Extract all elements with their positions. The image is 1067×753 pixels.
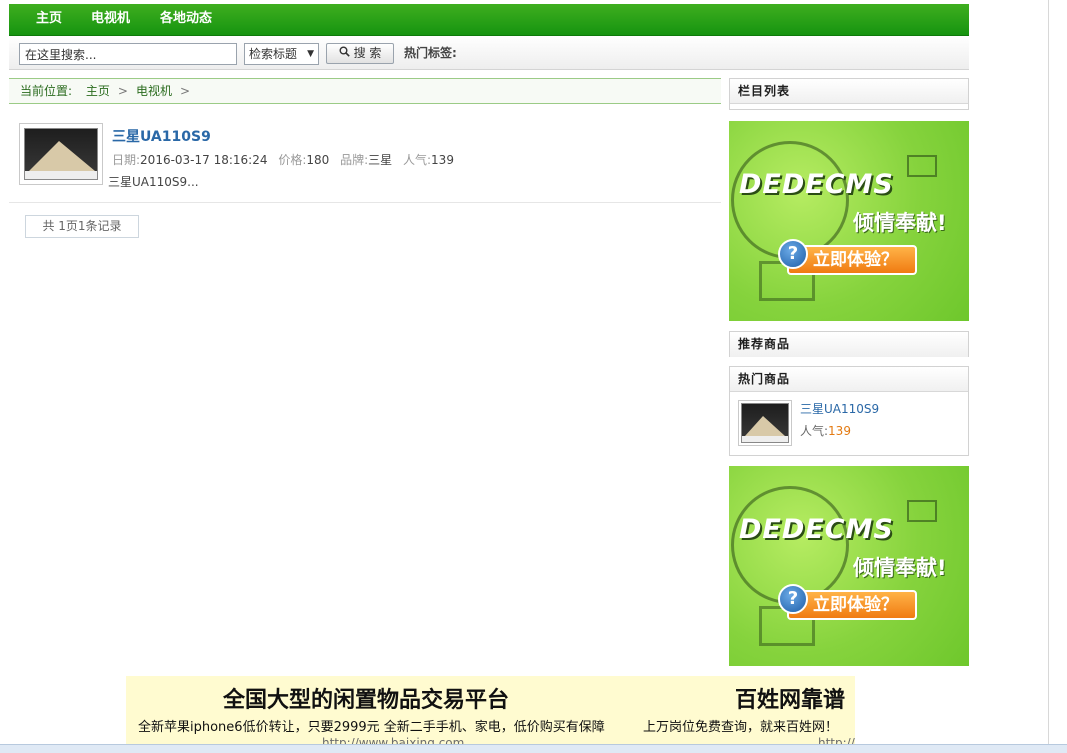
search-type-value: 检索标题: [249, 47, 298, 61]
recommended-box: 推荐商品: [729, 331, 969, 357]
ad-left-heading: 全国大型的闲置物品交易平台: [223, 687, 510, 713]
column-list-box: 栏目列表: [729, 78, 969, 110]
search-icon: [339, 44, 350, 63]
product-date: 2016-03-17 18:16:24: [140, 153, 268, 167]
question-icon: ?: [778, 239, 808, 269]
ad-left-url[interactable]: http://www.baixing.com: [322, 736, 464, 744]
dedecms-ad-banner[interactable]: DEDECMS 倾情奉献! 立即体验？ ?: [729, 121, 969, 321]
ad-right-subtext: 上万岗位免费查询，就来百姓网！: [643, 720, 839, 735]
ad-logo: DEDECMS: [739, 514, 894, 545]
window-edge: [1048, 0, 1049, 744]
plug-icon: [907, 500, 937, 522]
product-price: 180: [306, 153, 330, 167]
dedecms-ad-banner-2[interactable]: DEDECMS 倾情奉献! 立即体验？ ?: [729, 466, 969, 666]
chevron-right-icon: >: [179, 84, 191, 98]
nav-regional-news[interactable]: 各地动态: [160, 4, 212, 34]
product-meta: 日期:2016-03-17 18:16:24 价格:180 品牌:三星 人气:1…: [112, 151, 461, 168]
ad-right-url[interactable]: http://v: [818, 736, 855, 744]
search-button[interactable]: 搜 索: [326, 43, 394, 64]
chevron-down-icon: ▼: [307, 49, 314, 59]
popularity-label: 人气:: [403, 153, 432, 167]
ad-left-subtext: 全新苹果iphone6低价转让，只要2999元 全新二手手机、家电，低价购买有保…: [138, 720, 605, 735]
status-bar: [0, 744, 1067, 753]
hot-product-item: 三星UA110S9 人气:139: [730, 392, 968, 456]
hot-products-title: 热门商品: [730, 367, 968, 392]
hot-popularity-value: 139: [828, 424, 851, 438]
search-bar: 检索标题 ▼ 搜 索 热门标签:: [9, 36, 969, 70]
search-input[interactable]: [19, 43, 237, 65]
nav-home[interactable]: 主页: [36, 4, 62, 34]
chevron-right-icon: >: [117, 84, 128, 98]
page: 主页 电视机 各地动态 检索标题 ▼ 搜 索 热门标签: 当前位置: 主页 > 电视…: [0, 0, 1067, 753]
ad-right-heading: 百姓网靠谱: [735, 687, 846, 713]
recommended-title: 推荐商品: [730, 332, 968, 357]
product-description: 三星UA110S9...: [108, 175, 199, 189]
hot-popularity-label: 人气:: [800, 424, 829, 438]
column-list-title: 栏目列表: [730, 79, 968, 104]
ad-logo: DEDECMS: [739, 169, 894, 200]
hot-tags-label: 热门标签:: [404, 46, 457, 60]
product-brand: 三星: [368, 153, 393, 167]
hot-product-popularity: 人气:139: [800, 422, 851, 439]
breadcrumb: 当前位置: 主页 > 电视机 >: [9, 78, 721, 104]
mountain-image: [24, 128, 98, 180]
hot-product-title[interactable]: 三星UA110S9: [800, 400, 879, 417]
price-label: 价格:: [278, 153, 307, 167]
plug-icon: [907, 155, 937, 177]
ad-tagline: 倾情奉献!: [853, 211, 947, 235]
brand-label: 品牌:: [340, 153, 369, 167]
question-icon: ?: [778, 584, 808, 614]
product-popularity: 139: [431, 153, 454, 167]
main-nav: 主页 电视机 各地动态: [9, 4, 969, 36]
breadcrumb-home[interactable]: 主页: [86, 84, 110, 98]
mountain-image: [741, 403, 789, 443]
breadcrumb-prefix: 当前位置:: [20, 84, 73, 98]
ad-tagline: 倾情奉献!: [853, 556, 947, 580]
breadcrumb-tv[interactable]: 电视机: [136, 84, 172, 98]
product-thumbnail[interactable]: [19, 123, 103, 185]
search-button-label: 搜 索: [353, 46, 382, 60]
pagination-info: 共 1页1条记录: [25, 215, 139, 238]
baixing-ad-strip[interactable]: 全国大型的闲置物品交易平台 全新苹果iphone6低价转让，只要2999元 全新…: [126, 676, 855, 744]
product-title[interactable]: 三星UA110S9: [112, 126, 211, 146]
date-label: 日期:: [112, 153, 141, 167]
nav-tv[interactable]: 电视机: [91, 4, 130, 34]
hot-product-thumbnail[interactable]: [738, 400, 792, 446]
divider: [9, 202, 721, 203]
search-type-select[interactable]: 检索标题 ▼: [244, 43, 319, 65]
hot-products-box: 热门商品 三星UA110S9 人气:139: [729, 366, 969, 456]
